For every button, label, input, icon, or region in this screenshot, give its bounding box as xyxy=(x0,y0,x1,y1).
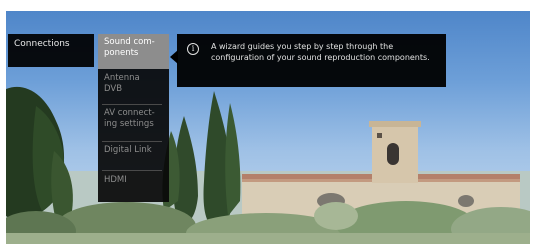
submenu-divider xyxy=(102,170,162,171)
submenu-item-antenna-dvb[interactable]: Antenna DVB xyxy=(98,70,169,104)
submenu-item-hdmi[interactable]: HDMI xyxy=(98,172,169,200)
submenu-item-av-connecting-settings[interactable]: AV connect- ing settings xyxy=(98,105,169,141)
connections-submenu: Sound com- ponents Antenna DVB AV connec… xyxy=(98,34,169,202)
submenu-item-sound-components[interactable]: Sound com- ponents xyxy=(98,34,169,69)
tooltip-text: A wizard guides you step by step through… xyxy=(211,42,430,62)
submenu-item-digital-link[interactable]: Digital Link xyxy=(98,142,169,170)
tv-screen: Connections Sound com- ponents Antenna D… xyxy=(6,11,530,244)
menu-item-connections[interactable]: Connections xyxy=(8,34,94,67)
menu-item-connections-label: Connections xyxy=(14,39,70,49)
info-icon: i xyxy=(187,43,199,55)
help-tooltip: i A wizard guides you step by step throu… xyxy=(177,34,446,87)
